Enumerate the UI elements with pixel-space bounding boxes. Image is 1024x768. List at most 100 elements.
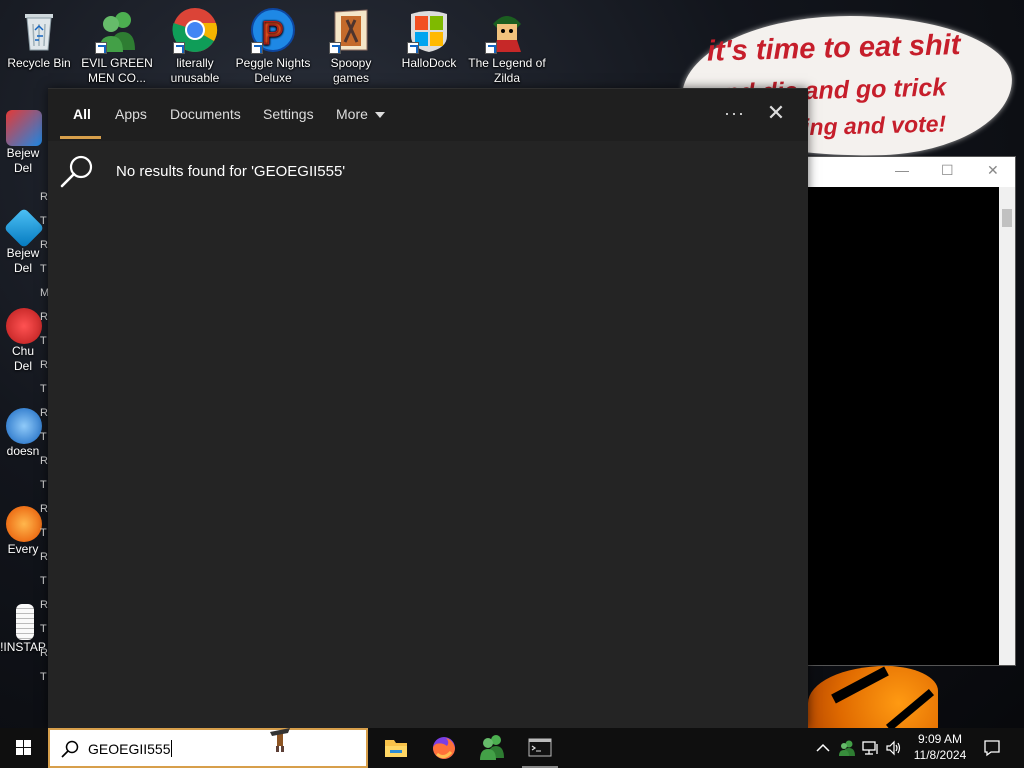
terminal-icon xyxy=(528,738,552,757)
windows-logo-icon xyxy=(405,6,453,54)
tray-network[interactable] xyxy=(860,728,882,768)
svg-text:P: P xyxy=(262,15,283,51)
desktop-icon-spoopy-games[interactable]: Spoopy games xyxy=(312,2,390,86)
truncated-label-letter: T xyxy=(40,263,47,275)
search-input-value: GEOEGII555 xyxy=(88,741,171,757)
truncated-label-letter: T xyxy=(40,479,47,491)
maximize-icon[interactable]: ☐ xyxy=(941,162,954,179)
tab-apps[interactable]: Apps xyxy=(115,106,147,122)
truncated-label-letter: T xyxy=(40,215,47,227)
desktop-icon-hallodock[interactable]: HalloDock xyxy=(390,2,468,71)
desktop-icon-label: Peggle Nights Deluxe xyxy=(235,56,311,85)
more-options-icon[interactable]: ··· xyxy=(724,103,745,124)
truncated-label-letter: T xyxy=(40,431,47,443)
truncated-label-letter: R xyxy=(40,239,48,251)
search-panel-header: All Apps Documents Settings More ··· ✕ xyxy=(48,89,808,141)
recycle-bin-icon xyxy=(15,6,63,54)
tab-more[interactable]: More xyxy=(336,106,385,122)
chevron-up-icon xyxy=(816,743,830,752)
shortcut-arrow-icon xyxy=(95,42,107,54)
window-titlebar[interactable]: — ☐ ✕ xyxy=(807,157,1015,187)
taskbar-terminal[interactable] xyxy=(516,728,564,768)
search-doodle-icon xyxy=(268,724,292,754)
desktop-icon-label: Bejew Del xyxy=(6,146,40,175)
tab-all[interactable]: All xyxy=(73,106,91,122)
everything-search-icon xyxy=(6,506,42,542)
tray-volume[interactable] xyxy=(883,728,905,768)
tray-overflow-chevron[interactable] xyxy=(812,728,834,768)
close-icon[interactable]: ✕ xyxy=(766,101,786,125)
desktop-icon-evil-green-men[interactable]: EVIL GREEN MEN CO... xyxy=(78,2,156,86)
truncated-label-letter: R xyxy=(40,599,48,611)
gem-icon xyxy=(3,207,45,249)
close-icon[interactable]: ✕ xyxy=(987,162,999,179)
action-center-button[interactable] xyxy=(980,728,1004,768)
start-button[interactable] xyxy=(0,728,48,768)
shortcut-arrow-icon xyxy=(329,42,341,54)
truncated-label-letter: R xyxy=(40,455,48,467)
truncated-label-letter: R xyxy=(40,647,48,659)
truncated-label-letter: R xyxy=(40,407,48,419)
tab-documents[interactable]: Documents xyxy=(170,106,241,122)
desktop-icon-recycle-bin[interactable]: Recycle Bin xyxy=(0,2,78,71)
shortcut-arrow-icon xyxy=(485,42,497,54)
green-men-icon xyxy=(93,6,141,54)
desktop-icon-legend-of-zilda[interactable]: The Legend of Zilda xyxy=(468,2,546,86)
truncated-label-letter: T xyxy=(40,671,47,683)
pumpkin-eye xyxy=(831,666,889,704)
pumpkin-decoration xyxy=(808,666,938,732)
truncated-label-letter: R xyxy=(40,551,48,563)
truncated-label-letter: T xyxy=(40,623,47,635)
volume-icon xyxy=(886,740,901,756)
people-icon xyxy=(839,740,855,756)
desktop-icon-label: Spoopy games xyxy=(330,56,372,85)
truncated-label-letter: R xyxy=(40,191,48,203)
desktop-icon-label: Recycle Bin xyxy=(7,56,71,70)
tab-settings[interactable]: Settings xyxy=(263,106,314,122)
taskbar-green-men[interactable] xyxy=(468,728,516,768)
desktop-icon-label: EVIL GREEN MEN CO... xyxy=(81,56,153,85)
notification-icon xyxy=(984,740,1000,757)
zilda-icon xyxy=(483,6,531,54)
search-icon xyxy=(60,739,80,759)
background-console-window[interactable]: — ☐ ✕ xyxy=(806,156,1016,666)
search-input-value-wrap: GEOEGII555 xyxy=(88,740,173,757)
desktop-icon-partial-1[interactable]: Bejew Del xyxy=(0,110,46,176)
vertical-scrollbar[interactable] xyxy=(999,187,1015,665)
desktop-icon-peggle[interactable]: P Peggle Nights Deluxe xyxy=(234,2,312,86)
taskbar-clock[interactable]: 9:09 AM 11/8/2024 xyxy=(908,731,972,763)
search-icon xyxy=(60,153,96,189)
desktop-icon-label: The Legend of Zilda xyxy=(468,56,546,85)
truncated-label-letter: T xyxy=(40,335,47,347)
network-icon xyxy=(862,741,878,755)
tray-people[interactable] xyxy=(836,728,858,768)
pumpkin-mouth xyxy=(885,688,935,732)
peggle-icon: P xyxy=(249,6,297,54)
spoopy-games-icon xyxy=(327,6,375,54)
desktop-icon-literally-unusable[interactable]: literally unusable xyxy=(156,2,234,86)
document-icon xyxy=(16,604,34,640)
minimize-icon[interactable]: — xyxy=(895,162,909,178)
gem-icon xyxy=(6,110,42,146)
desktop-icon-label: literally unusable xyxy=(170,56,220,85)
text-cursor xyxy=(171,740,173,757)
shortcut-arrow-icon xyxy=(173,42,185,54)
truncated-label-letter: R xyxy=(40,503,48,515)
taskbar-search-input[interactable]: GEOEGII555 xyxy=(48,728,368,768)
truncated-label-letter: T xyxy=(40,383,47,395)
chrome-icon xyxy=(171,6,219,54)
truncated-label-letter: R xyxy=(40,311,48,323)
taskbar-file-explorer[interactable] xyxy=(372,728,420,768)
firefox-icon xyxy=(433,737,455,759)
no-results-text: No results found for 'GEOEGII555' xyxy=(116,162,346,180)
taskbar: GEOEGII555 9:09 AM 11/8/2024 xyxy=(0,728,1024,768)
truncated-label-letter: T xyxy=(40,575,47,587)
tab-more-label: More xyxy=(336,106,368,122)
taskbar-firefox[interactable] xyxy=(420,728,468,768)
scrollbar-thumb[interactable] xyxy=(1002,209,1012,227)
truncated-label-letter: T xyxy=(40,527,47,539)
app-icon xyxy=(6,408,42,444)
no-results-message: No results found for 'GEOEGII555' xyxy=(60,153,345,189)
shortcut-arrow-icon xyxy=(251,42,263,54)
chuzzle-icon xyxy=(6,308,42,344)
